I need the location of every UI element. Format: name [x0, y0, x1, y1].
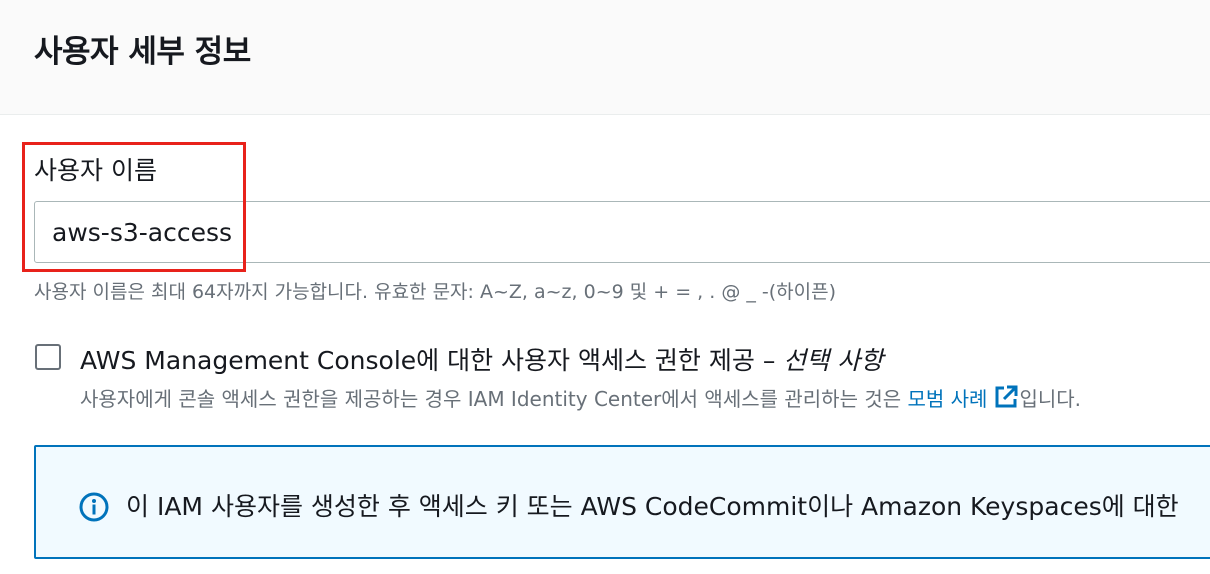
- best-practices-link-text: 모범 사례: [907, 387, 988, 411]
- console-access-description: 사용자에게 콘솔 액세스 권한을 제공하는 경우 IAM Identity Ce…: [80, 383, 1081, 415]
- console-access-label-text: AWS Management Console에 대한 사용자 액세스 권한 제공…: [80, 346, 784, 375]
- username-label: 사용자 이름: [34, 156, 157, 185]
- page-title: 사용자 세부 정보: [34, 34, 251, 70]
- username-input[interactable]: [34, 201, 1210, 263]
- username-hint: 사용자 이름은 최대 64자까지 가능합니다. 유효한 문자: A~Z, a~z…: [34, 281, 837, 303]
- console-access-checkbox[interactable]: [35, 344, 61, 370]
- optional-label: 선택 사항: [783, 346, 884, 375]
- console-access-description-suffix: 입니다.: [1019, 387, 1082, 411]
- best-practices-link[interactable]: 모범 사례: [907, 385, 1020, 411]
- info-icon: [78, 491, 110, 527]
- info-alert: 이 IAM 사용자를 생성한 후 액세스 키 또는 AWS CodeCommit…: [34, 445, 1210, 559]
- console-access-label[interactable]: AWS Management Console에 대한 사용자 액세스 권한 제공…: [80, 341, 883, 377]
- console-access-description-text: 사용자에게 콘솔 액세스 권한을 제공하는 경우 IAM Identity Ce…: [80, 387, 908, 411]
- info-alert-text: 이 IAM 사용자를 생성한 후 액세스 키 또는 AWS CodeCommit…: [126, 492, 1179, 521]
- external-link-icon: [993, 384, 1019, 415]
- section-header: 사용자 세부 정보: [0, 0, 1210, 115]
